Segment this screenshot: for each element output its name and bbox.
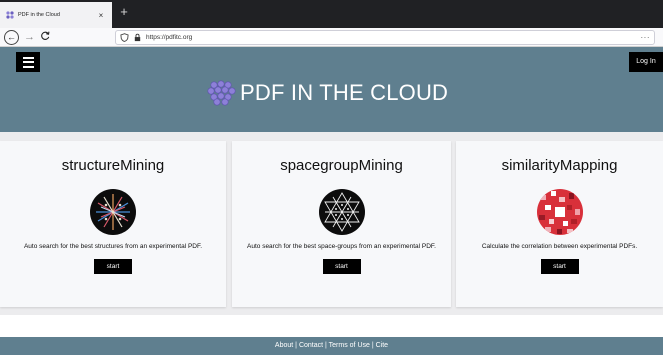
cite-link[interactable]: Cite [376, 342, 388, 349]
menu-bar [22, 65, 34, 68]
new-tab-button[interactable]: + [117, 5, 131, 19]
feature-cards-section: structureMining Auto search for the best… [0, 132, 663, 315]
menu-bar [22, 56, 34, 59]
card-title: spacegroupMining [280, 157, 403, 174]
spacegroup-mining-icon [318, 189, 365, 235]
card-description: Auto search for the best structures from… [23, 243, 203, 250]
address-bar[interactable]: https://pdfitc.org ··· [115, 30, 655, 45]
browser-nav-bar: ← → https://pdfitc.org ··· [0, 28, 663, 47]
pdf-cloud-logo-icon [207, 80, 236, 106]
close-tab-icon[interactable]: × [96, 11, 106, 20]
structure-mining-icon [90, 189, 136, 235]
card-description: Calculate the correlation between experi… [481, 243, 638, 250]
page-actions-menu-icon[interactable]: ··· [641, 33, 651, 42]
browser-tab[interactable]: PDF in the Cloud × [0, 2, 112, 28]
back-arrow-icon[interactable]: ← [4, 30, 19, 45]
similarity-mapping-icon [536, 189, 583, 235]
url-text: https://pdfitc.org [146, 34, 193, 41]
site-title: PDF IN THE CLOUD [240, 80, 449, 105]
brand[interactable]: PDF IN THE CLOUD [206, 78, 448, 108]
terms-of-use-link[interactable]: Terms of Use [329, 342, 370, 349]
lock-icon [134, 33, 141, 42]
similarity-mapping-start-button[interactable]: start [540, 259, 579, 274]
pdf-cloud-favicon-icon [6, 11, 14, 19]
footer-spacer [0, 315, 663, 337]
card-title: structureMining [61, 157, 165, 174]
browser-tab-strip: PDF in the Cloud × + [0, 0, 663, 28]
log-in-button[interactable]: Log In [629, 52, 663, 72]
structure-mining-start-button[interactable]: start [94, 259, 132, 274]
hamburger-menu-button[interactable] [16, 52, 40, 72]
similarity-mapping-card: similarityMapping Calculate the correlat… [456, 141, 663, 307]
spacegroup-mining-card: spacegroupMining Auto search for the bes… [232, 141, 451, 307]
menu-bar [22, 61, 34, 63]
card-title: similarityMapping [501, 157, 618, 174]
tab-title: PDF in the Cloud [18, 12, 60, 18]
structure-mining-card: structureMining Auto search for the best… [0, 141, 226, 307]
reload-icon[interactable] [38, 30, 53, 45]
spacegroup-mining-start-button[interactable]: start [322, 259, 361, 274]
contact-link[interactable]: Contact [299, 342, 323, 349]
forward-arrow-icon[interactable]: → [22, 30, 37, 45]
card-description: Auto search for the best space-groups fr… [247, 243, 436, 250]
site-footer: About | Contact | Terms of Use | Cite [0, 337, 663, 355]
reload-arrow-icon [41, 31, 50, 40]
about-link[interactable]: About [275, 342, 293, 349]
shield-icon [120, 33, 129, 42]
site-header: Log In PDF IN THE CLOUD [0, 47, 663, 132]
